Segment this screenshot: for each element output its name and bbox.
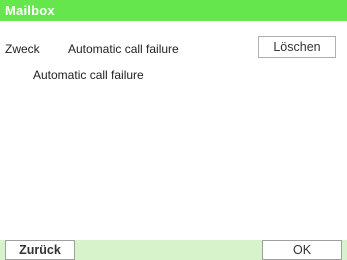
window-title: Mailbox bbox=[5, 3, 55, 18]
delete-button[interactable]: Löschen bbox=[258, 36, 336, 58]
ok-button[interactable]: OK bbox=[262, 240, 342, 260]
message-body: Automatic call failure bbox=[33, 68, 144, 82]
purpose-label: Zweck bbox=[5, 42, 40, 56]
title-bar: Mailbox bbox=[0, 0, 347, 21]
purpose-value: Automatic call failure bbox=[68, 42, 179, 56]
message-purpose-row: Zweck Automatic call failure Löschen bbox=[0, 36, 347, 60]
back-button[interactable]: Zurück bbox=[5, 240, 75, 260]
